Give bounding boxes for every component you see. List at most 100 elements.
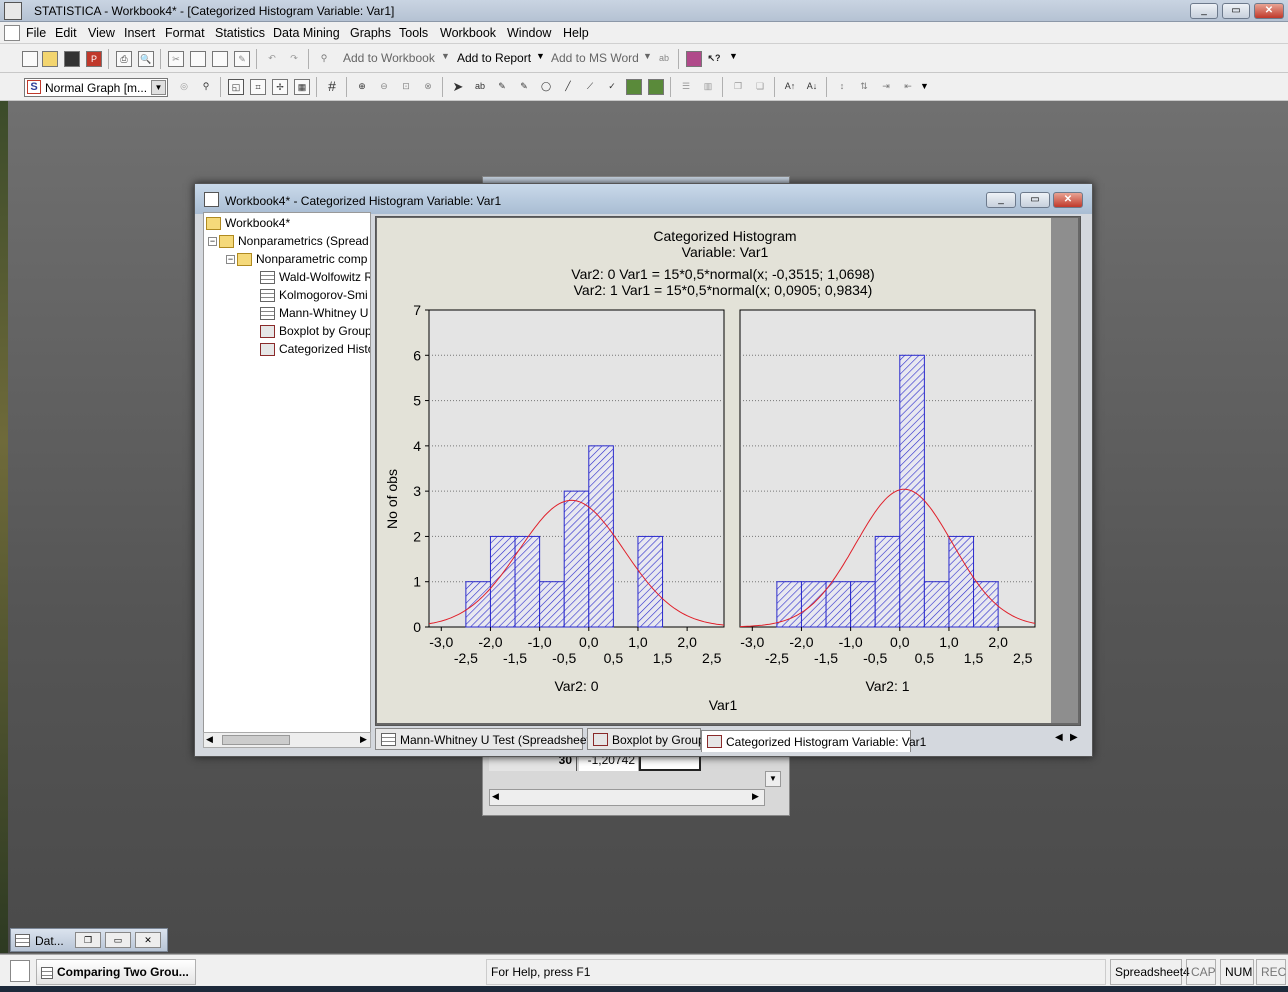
maximize-icon[interactable]: ▭ <box>105 932 131 948</box>
minimize-button[interactable]: _ <box>1190 3 1218 19</box>
tree-item-nonparametrics[interactable]: − Nonparametrics (Spread <box>208 234 369 249</box>
graph-options-icon[interactable]: ⌗ <box>250 79 266 95</box>
minimized-data-window[interactable]: Dat... ❐ ▭ ✕ <box>10 928 168 952</box>
chevron-down-icon[interactable]: ▼ <box>441 51 450 61</box>
graph-style-select[interactable]: S Normal Graph [m... ▼ <box>24 78 168 97</box>
format-painter-icon[interactable]: ✎ <box>234 51 250 67</box>
paste-icon[interactable] <box>212 51 228 67</box>
scroll-down-arrow-icon[interactable]: ▼ <box>765 771 781 787</box>
pointer-icon[interactable]: ➤ <box>450 79 466 95</box>
pdf-icon[interactable]: P <box>86 51 102 67</box>
menu-format[interactable]: Format <box>165 26 205 40</box>
add-to-report-button[interactable]: Add to Report <box>457 51 531 65</box>
print-preview-icon[interactable]: 🔍 <box>138 51 154 67</box>
new-icon[interactable] <box>22 51 38 67</box>
print-icon[interactable]: ⎙ <box>116 51 132 67</box>
horizontal-scrollbar[interactable]: ◀ ▶ <box>489 789 765 806</box>
send-back-icon[interactable]: ❏ <box>752 79 768 95</box>
tree-item-workbook[interactable]: Workbook4* <box>206 216 290 231</box>
open-icon[interactable] <box>42 51 58 67</box>
tree-item-boxplot[interactable]: Boxplot by Group <box>260 324 370 339</box>
indent-icon[interactable]: ⇥ <box>878 79 894 95</box>
menu-insert[interactable]: Insert <box>124 26 155 40</box>
tab-categorized-histogram[interactable]: Categorized Histogram Variable: Var1 <box>701 730 926 752</box>
menu-tools[interactable]: Tools <box>399 26 428 40</box>
menu-help[interactable]: Help <box>563 26 589 40</box>
workbook-title-bar[interactable]: Workbook4* - Categorized Histogram Varia… <box>195 184 1092 214</box>
close-button[interactable]: ✕ <box>1254 3 1284 19</box>
font-increase-icon[interactable]: A↑ <box>782 79 798 95</box>
line-tool-icon[interactable]: ╱ <box>560 79 576 95</box>
collapse-icon[interactable]: − <box>226 255 235 265</box>
zoom-icon[interactable]: ⚲ <box>198 79 214 95</box>
link-object-icon[interactable] <box>648 79 664 95</box>
ellipse-tool-icon[interactable]: ◯ <box>538 79 554 95</box>
graph-vertical-scrollbar[interactable] <box>1051 218 1078 723</box>
restore-button[interactable]: ▭ <box>1222 3 1250 19</box>
sort-icon[interactable]: ⇅ <box>856 79 872 95</box>
scroll-right-arrow-icon[interactable]: ▶ <box>360 734 367 745</box>
bring-front-icon[interactable]: ❐ <box>730 79 746 95</box>
collapse-icon[interactable]: − <box>208 237 217 247</box>
cut-icon[interactable]: ✂ <box>168 51 184 67</box>
font-decrease-icon[interactable]: A↓ <box>804 79 820 95</box>
scroll-thumb[interactable] <box>222 735 290 745</box>
point-icon[interactable]: ✢ <box>272 79 288 95</box>
menu-file[interactable]: File <box>26 26 46 40</box>
books-icon[interactable] <box>686 51 702 67</box>
scroll-right-arrow-icon[interactable]: ▶ <box>752 791 759 802</box>
tab-scroll-right-icon[interactable]: ▶ <box>1070 732 1078 743</box>
tree-item-categorized-histogram[interactable]: Categorized Histo <box>260 342 370 357</box>
tree-item-kolmogorov-smirnov[interactable]: Kolmogorov-Smi <box>260 288 368 303</box>
layout-icon[interactable]: ▦ <box>294 79 310 95</box>
save-icon[interactable] <box>64 51 80 67</box>
chevron-down-icon[interactable]: ▼ <box>920 81 929 91</box>
scroll-left-arrow-icon[interactable]: ◀ <box>492 791 499 802</box>
text-tool-icon[interactable]: ab <box>472 79 488 95</box>
context-help-icon[interactable]: ↖? <box>706 51 722 67</box>
select-plot-icon[interactable]: ◱ <box>228 79 244 95</box>
find-icon[interactable]: ⚲ <box>316 51 332 67</box>
scroll-left-arrow-icon[interactable]: ◀ <box>206 734 213 745</box>
close-icon[interactable]: ✕ <box>135 932 161 948</box>
tab-scroll-left-icon[interactable]: ◀ <box>1055 732 1063 743</box>
tree-item-mann-whitney[interactable]: Mann-Whitney U <box>260 306 368 321</box>
zoom-fit-icon[interactable]: ⊡ <box>398 79 414 95</box>
graph-canvas[interactable]: Categorized Histogram Variable: Var1 Var… <box>377 218 1051 723</box>
zoom-reset-icon[interactable]: ⊗ <box>420 79 436 95</box>
spacing-icon[interactable]: ↕ <box>834 79 850 95</box>
task-button-comparing-groups[interactable]: Comparing Two Grou... <box>36 959 196 985</box>
group-icon[interactable]: ▥ <box>700 79 716 95</box>
brush-icon[interactable]: ◎ <box>176 79 192 95</box>
redo-icon[interactable]: ↷ <box>286 51 302 67</box>
workbook-maximize-button[interactable]: ▭ <box>1020 192 1050 208</box>
edit-text-icon[interactable]: ✎ <box>494 79 510 95</box>
undo-icon[interactable]: ↶ <box>264 51 280 67</box>
add-to-ms-word-button[interactable]: Add to MS Word <box>551 51 639 65</box>
rectangle-tool-icon[interactable]: ✎ <box>516 79 532 95</box>
tree-item-wald-wolfowitz[interactable]: Wald-Wolfowitz R <box>260 270 370 285</box>
tree-horizontal-scrollbar[interactable]: ◀ ▶ <box>203 732 371 748</box>
tab-mann-whitney[interactable]: Mann-Whitney U Test (Spreadsheet4) <box>375 728 601 750</box>
workbook-close-button[interactable]: ✕ <box>1053 192 1083 208</box>
zoom-out-icon[interactable]: ⊖ <box>376 79 392 95</box>
statistica-app-icon[interactable] <box>4 2 22 20</box>
restore-icon[interactable]: ❐ <box>75 932 101 948</box>
workbook-minimize-button[interactable]: _ <box>986 192 1016 208</box>
gridlines-icon[interactable]: # <box>324 79 340 95</box>
align-icon[interactable]: ☰ <box>678 79 694 95</box>
freehand-tool-icon[interactable]: ✓ <box>604 79 620 95</box>
chevron-down-icon[interactable]: ▼ <box>729 51 738 61</box>
menu-window[interactable]: Window <box>507 26 551 40</box>
menu-view[interactable]: View <box>88 26 115 40</box>
tab-boxplot[interactable]: Boxplot by Group <box>587 728 705 750</box>
embed-object-icon[interactable] <box>626 79 642 95</box>
menu-edit[interactable]: Edit <box>55 26 77 40</box>
zoom-in-icon[interactable]: ⊕ <box>354 79 370 95</box>
polyline-tool-icon[interactable]: ⟋ <box>582 79 598 95</box>
workbook-icon[interactable] <box>204 192 219 207</box>
tree-item-nonparametric-comp[interactable]: − Nonparametric comp <box>226 252 367 267</box>
copy-icon[interactable] <box>190 51 206 67</box>
workbook-window[interactable]: Workbook4* - Categorized Histogram Varia… <box>194 183 1093 757</box>
add-to-workbook-button[interactable]: Add to Workbook <box>343 51 435 65</box>
